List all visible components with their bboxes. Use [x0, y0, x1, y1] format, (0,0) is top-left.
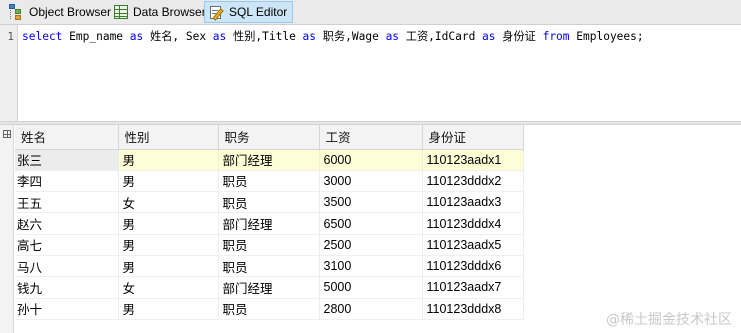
- table-cell[interactable]: 6500: [319, 212, 423, 235]
- table-cell[interactable]: 李四: [15, 170, 119, 193]
- sql-keyword: as: [212, 30, 227, 43]
- table-cell[interactable]: 男: [118, 234, 219, 256]
- table-cell[interactable]: 110123dddx2: [422, 170, 524, 193]
- table-cell[interactable]: 高七: [15, 234, 119, 256]
- table-cell[interactable]: 3500: [319, 191, 423, 214]
- tab-sql-editor-label: SQL Editor: [229, 5, 288, 19]
- table-row[interactable]: 王五女职员 3500 110123aadx3: [15, 191, 524, 214]
- table-cell[interactable]: 6000: [319, 149, 423, 171]
- table-cell[interactable]: 110123dddx8: [422, 298, 524, 320]
- object-browser-icon: [9, 4, 25, 20]
- table-cell[interactable]: 王五: [15, 191, 119, 214]
- sql-query-text[interactable]: select Emp_name as 姓名, Sex as 性别,Title a…: [22, 30, 644, 44]
- sql-text: 身份证: [495, 30, 543, 43]
- grid-corner-icon[interactable]: [2, 129, 11, 138]
- result-grid[interactable]: 姓名 性别 职务 工资 身份证 张三男部门经理 6000 110123aadx1 李四男职员 3…: [0, 125, 741, 333]
- table-cell[interactable]: 男: [118, 212, 219, 235]
- tab-bar: Object Browser Data Browser SQL Editor: [0, 0, 741, 25]
- table-row[interactable]: 高七男职员 2500 110123aadx5: [15, 234, 524, 256]
- tab-object-browser-label: Object Browser: [29, 5, 112, 19]
- column-header[interactable]: 身份证: [422, 125, 524, 150]
- table-cell[interactable]: 职员: [218, 298, 320, 320]
- table-row[interactable]: 孙十男职员 2800 110123dddx8: [15, 298, 524, 320]
- sql-keyword: select: [22, 30, 63, 43]
- table-cell[interactable]: 3000: [319, 170, 423, 193]
- table-cell[interactable]: 职员: [218, 170, 320, 193]
- sql-keyword: from: [542, 30, 570, 43]
- tab-data-browser[interactable]: Data Browser: [108, 1, 212, 23]
- column-header[interactable]: 姓名: [15, 125, 119, 150]
- table-cell[interactable]: 马八: [15, 255, 119, 278]
- sql-keyword: as: [385, 30, 400, 43]
- table-row[interactable]: 赵六男部门经理 6500 110123dddx4: [15, 212, 524, 235]
- row-header-column: [0, 125, 14, 333]
- table-cell[interactable]: 部门经理: [218, 276, 320, 299]
- table-cell[interactable]: 2800: [319, 298, 423, 320]
- table-cell[interactable]: 男: [118, 170, 219, 193]
- table-cell[interactable]: 110123dddx6: [422, 255, 524, 278]
- table-cell[interactable]: 110123aadx7: [422, 276, 524, 299]
- sql-text: 工资,IdCard: [399, 30, 483, 43]
- table-cell[interactable]: 男: [118, 255, 219, 278]
- table-row[interactable]: 马八男职员 3100 110123dddx6: [15, 255, 524, 278]
- table-cell[interactable]: 110123aadx1: [422, 149, 524, 171]
- sql-editor[interactable]: 1 select Emp_name as 姓名, Sex as 性别,Title…: [0, 25, 741, 121]
- header-row: 姓名 性别 职务 工资 身份证: [15, 125, 524, 150]
- table-cell[interactable]: 钱九: [15, 276, 119, 299]
- line-number: 1: [7, 30, 14, 43]
- table-cell[interactable]: 女: [118, 191, 219, 214]
- watermark: @稀土掘金技术社区: [606, 312, 732, 328]
- sql-keyword: as: [129, 30, 144, 43]
- table-cell[interactable]: 3100: [319, 255, 423, 278]
- sql-text: 性别,Title: [226, 30, 303, 43]
- results-table[interactable]: 姓名 性别 职务 工资 身份证 张三男部门经理 6000 110123aadx1 李四男职员 3…: [15, 125, 524, 320]
- table-cell[interactable]: 部门经理: [218, 149, 320, 171]
- table-row[interactable]: 钱九女部门经理 5000 110123aadx7: [15, 276, 524, 299]
- sql-keyword: as: [302, 30, 317, 43]
- table-cell[interactable]: 110123aadx5: [422, 234, 524, 256]
- table-cell[interactable]: 张三: [15, 149, 119, 171]
- sql-text: 姓名, Sex: [143, 30, 213, 43]
- data-browser-icon: [113, 4, 129, 20]
- table-cell[interactable]: 男: [118, 298, 219, 320]
- sql-text: Employees;: [569, 30, 644, 43]
- column-header[interactable]: 性别: [118, 125, 219, 150]
- tab-object-browser[interactable]: Object Browser: [4, 1, 117, 23]
- table-cell[interactable]: 职员: [218, 255, 320, 278]
- table-cell[interactable]: 男: [118, 149, 219, 171]
- column-header[interactable]: 工资: [319, 125, 423, 150]
- sql-editor-icon: [209, 4, 225, 21]
- table-cell[interactable]: 部门经理: [218, 212, 320, 235]
- table-cell[interactable]: 2500: [319, 234, 423, 256]
- tab-sql-editor[interactable]: SQL Editor: [204, 1, 294, 23]
- sql-text: Emp_name: [62, 30, 130, 43]
- line-number-gutter: 1: [0, 25, 18, 121]
- table-cell[interactable]: 女: [118, 276, 219, 299]
- table-cell[interactable]: 职员: [218, 191, 320, 214]
- table-cell[interactable]: 5000: [319, 276, 423, 299]
- sql-text: 职务,Wage: [316, 30, 386, 43]
- table-cell[interactable]: 孙十: [15, 298, 119, 320]
- sql-keyword: as: [482, 30, 496, 43]
- table-cell[interactable]: 赵六: [15, 212, 119, 235]
- tab-data-browser-label: Data Browser: [133, 5, 206, 19]
- table-cell[interactable]: 职员: [218, 234, 320, 256]
- table-row[interactable]: 李四男职员 3000 110123dddx2: [15, 170, 524, 193]
- table-row[interactable]: 张三男部门经理 6000 110123aadx1: [15, 149, 524, 171]
- column-header[interactable]: 职务: [218, 125, 320, 150]
- table-cell[interactable]: 110123dddx4: [422, 212, 524, 235]
- table-cell[interactable]: 110123aadx3: [422, 191, 524, 214]
